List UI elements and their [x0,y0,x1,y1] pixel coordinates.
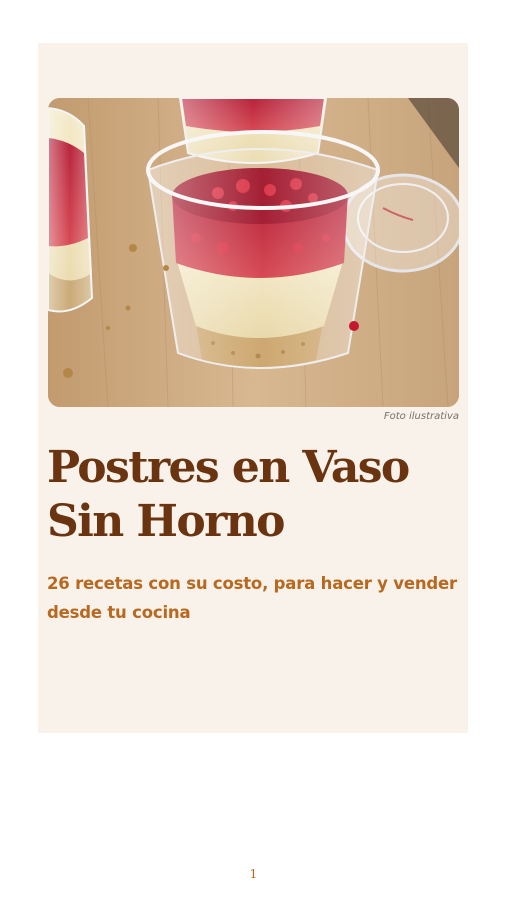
dessert-cups-illustration [48,98,459,407]
cover-card: Foto ilustrativa Postres en Vaso Sin Hor… [38,43,468,733]
cover-subtitle: 26 recetas con su costo, para hacer y ve… [47,574,457,622]
cover-photo [48,98,459,407]
page-number: 1 [249,867,258,881]
photo-caption: Foto ilustrativa [383,411,459,422]
cover-title: Postres en Vaso Sin Horno [47,442,410,547]
